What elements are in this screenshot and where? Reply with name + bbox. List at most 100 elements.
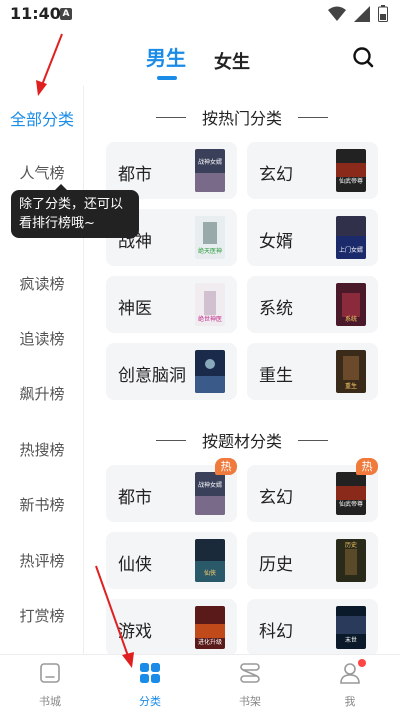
- notification-dot: [358, 659, 366, 667]
- tooltip-text: 除了分类，还可以看排行榜哦~: [19, 197, 124, 231]
- svg-text:历史: 历史: [345, 541, 357, 549]
- svg-text:系统: 系统: [345, 315, 357, 323]
- svg-text:绝天医神: 绝天医神: [198, 247, 222, 255]
- category-card[interactable]: 神医 绝世神医: [106, 276, 237, 333]
- category-card[interactable]: 历史 历史: [247, 532, 378, 589]
- svg-text:仙武帝尊: 仙武帝尊: [339, 177, 363, 185]
- book-cover: 末世: [336, 606, 366, 649]
- app-screen: 11:40 A 男生 女生 全部分类 人气榜 疯读榜 追读榜 飙升榜 热搜榜 新…: [0, 0, 400, 712]
- category-grid-icon: [140, 663, 160, 683]
- top-tabs: 男生 女生: [0, 30, 400, 86]
- hot-badge: 热: [215, 458, 237, 475]
- category-card[interactable]: 玄幻 仙武帝尊 热: [247, 458, 378, 522]
- book-cover: 战神女婿: [195, 149, 225, 192]
- category-card[interactable]: 女婿 上门女婿: [247, 209, 378, 266]
- signal-icon: [354, 5, 370, 22]
- status-icons: [328, 5, 388, 22]
- status-bar: 11:40 A: [0, 0, 400, 30]
- category-card[interactable]: 玄幻 仙武帝尊: [247, 142, 378, 199]
- category-label: 都市: [118, 165, 152, 185]
- tab-male[interactable]: 男生: [146, 42, 186, 71]
- nav-item-bookshelf[interactable]: 书架: [220, 661, 280, 709]
- nav-item-bookstore[interactable]: 书城: [20, 661, 80, 709]
- category-card[interactable]: 仙侠 仙侠: [106, 532, 237, 589]
- sidebar-item-crazy-read[interactable]: 疯读榜: [0, 273, 84, 294]
- section-title: 按题材分类: [201, 432, 282, 451]
- section-divider: [298, 440, 328, 441]
- category-card[interactable]: 系统 系统: [247, 276, 378, 333]
- svg-text:末世: 末世: [345, 636, 357, 644]
- svg-text:战神女婿: 战神女婿: [198, 481, 222, 489]
- book-cover: 仙武帝尊: [336, 472, 366, 515]
- status-time: 11:40: [10, 4, 61, 23]
- nav-item-profile[interactable]: 我: [320, 659, 380, 709]
- book-cover: 绝世神医: [195, 283, 225, 326]
- category-card[interactable]: 创意脑洞: [106, 343, 237, 400]
- category-label: 玄幻: [259, 488, 293, 508]
- book-cover: 进化升级: [195, 606, 225, 649]
- category-card[interactable]: 重生 重生: [247, 343, 378, 400]
- sidebar-item-hot-review[interactable]: 热评榜: [0, 550, 84, 571]
- category-label: 女婿: [259, 232, 293, 252]
- search-icon[interactable]: [350, 44, 376, 70]
- nav-label: 书城: [39, 695, 61, 708]
- book-cover: 重生: [336, 350, 366, 393]
- notification-icon: A: [60, 8, 72, 20]
- nav-label: 分类: [139, 695, 161, 708]
- category-label: 仙侠: [118, 555, 152, 575]
- book-cover: [195, 350, 225, 393]
- book-cover: 历史: [336, 539, 366, 582]
- category-card[interactable]: 都市 战神女婿 热: [106, 458, 237, 522]
- category-label: 游戏: [118, 622, 152, 642]
- section-header-hot: 按热门分类: [84, 105, 400, 129]
- category-label: 神医: [118, 299, 152, 319]
- category-label: 历史: [259, 555, 293, 575]
- nav-label: 我: [344, 695, 356, 708]
- sidebar-item-all-categories[interactable]: 全部分类: [0, 106, 84, 130]
- svg-text:上门女婿: 上门女婿: [339, 246, 363, 254]
- tab-active-indicator: [157, 76, 177, 80]
- category-card[interactable]: 科幻 末世: [247, 599, 378, 654]
- svg-text:进化升级: 进化升级: [198, 638, 222, 646]
- svg-text:战神女婿: 战神女婿: [198, 158, 222, 166]
- book-cover: 仙武帝尊: [336, 149, 366, 192]
- svg-text:绝世神医: 绝世神医: [198, 315, 222, 323]
- section-divider: [298, 117, 328, 118]
- sidebar-item-popularity[interactable]: 人气榜: [0, 162, 84, 183]
- nav-item-category[interactable]: 分类: [120, 661, 180, 709]
- svg-text:重生: 重生: [345, 382, 357, 390]
- hot-badge: 热: [356, 458, 378, 475]
- category-label: 系统: [259, 299, 293, 319]
- ranking-sidebar: 全部分类 人气榜 疯读榜 追读榜 飙升榜 热搜榜 新书榜 热评榜 打赏榜: [0, 86, 84, 654]
- book-cover: 绝天医神: [195, 216, 225, 259]
- category-card[interactable]: 游戏 进化升级: [106, 599, 237, 654]
- tab-female[interactable]: 女生: [214, 48, 250, 74]
- section-title: 按热门分类: [201, 109, 282, 128]
- battery-icon: [378, 5, 388, 22]
- bookstore-icon: [40, 663, 60, 683]
- book-cover: 上门女婿: [336, 216, 366, 259]
- category-label: 都市: [118, 488, 152, 508]
- svg-text:仙武帝尊: 仙武帝尊: [339, 500, 363, 508]
- sidebar-item-new-books[interactable]: 新书榜: [0, 494, 84, 515]
- bottom-nav: 书城 分类 书架 我: [0, 654, 400, 712]
- sidebar-item-hot-search[interactable]: 热搜榜: [0, 439, 84, 460]
- book-cover: 仙侠: [195, 539, 225, 582]
- svg-text:仙侠: 仙侠: [204, 569, 216, 577]
- sidebar-item-follow-read[interactable]: 追读榜: [0, 328, 84, 349]
- ranking-tooltip: 除了分类，还可以看排行榜哦~: [11, 184, 139, 238]
- sidebar-item-rising[interactable]: 飙升榜: [0, 383, 84, 404]
- category-label: 玄幻: [259, 165, 293, 185]
- section-header-genre: 按题材分类: [84, 428, 400, 452]
- category-content: 按热门分类 都市 战神女婿 玄幻 仙武帝尊 战神 绝天医神 女婿 上门女婿 神医…: [84, 86, 400, 654]
- category-label: 重生: [259, 366, 293, 386]
- wifi-icon: [328, 6, 346, 21]
- book-cover: 战神女婿: [195, 472, 225, 515]
- book-cover: 系统: [336, 283, 366, 326]
- nav-label: 书架: [239, 695, 261, 708]
- sidebar-item-reward[interactable]: 打赏榜: [0, 605, 84, 626]
- category-label: 创意脑洞: [118, 366, 186, 386]
- tooltip-arrow: [55, 184, 67, 190]
- bookshelf-icon: [240, 663, 260, 683]
- category-label: 科幻: [259, 622, 293, 642]
